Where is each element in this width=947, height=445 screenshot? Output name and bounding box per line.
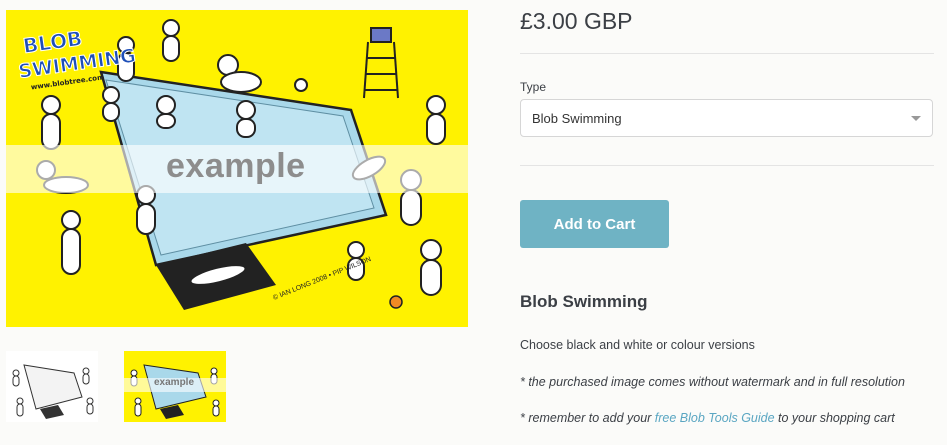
watermark-text: example [166,147,306,185]
thumbnail-black-white[interactable] [6,351,98,422]
description-line-3: * remember to add your free Blob Tools G… [520,411,895,425]
type-select-value: Blob Swimming [532,111,622,126]
type-label: Type [520,80,547,94]
description-line-3-suffix: to your shopping cart [774,411,895,425]
divider [520,53,934,54]
product-price: £3.00 GBP [520,8,633,34]
add-to-cart-button[interactable]: Add to Cart [520,200,669,248]
chevron-down-icon [911,116,921,121]
divider [520,165,934,166]
product-title: Blob Swimming [520,292,648,311]
thumbnail-colour[interactable]: example [124,351,226,422]
description-line-3-prefix: * remember to add your [520,411,655,425]
description-line-1: Choose black and white or colour version… [520,338,755,352]
description-line-2: * the purchased image comes without wate… [520,375,905,389]
blob-tools-guide-link[interactable]: free Blob Tools Guide [655,411,775,425]
thumbnail-bw-illustration [12,364,94,419]
product-main-image[interactable]: BLOB SWIMMING www.blobtree.com © IAN LON… [6,10,468,327]
thumbnail-watermark-text: example [154,377,195,388]
type-select[interactable]: Blob Swimming [520,99,933,137]
